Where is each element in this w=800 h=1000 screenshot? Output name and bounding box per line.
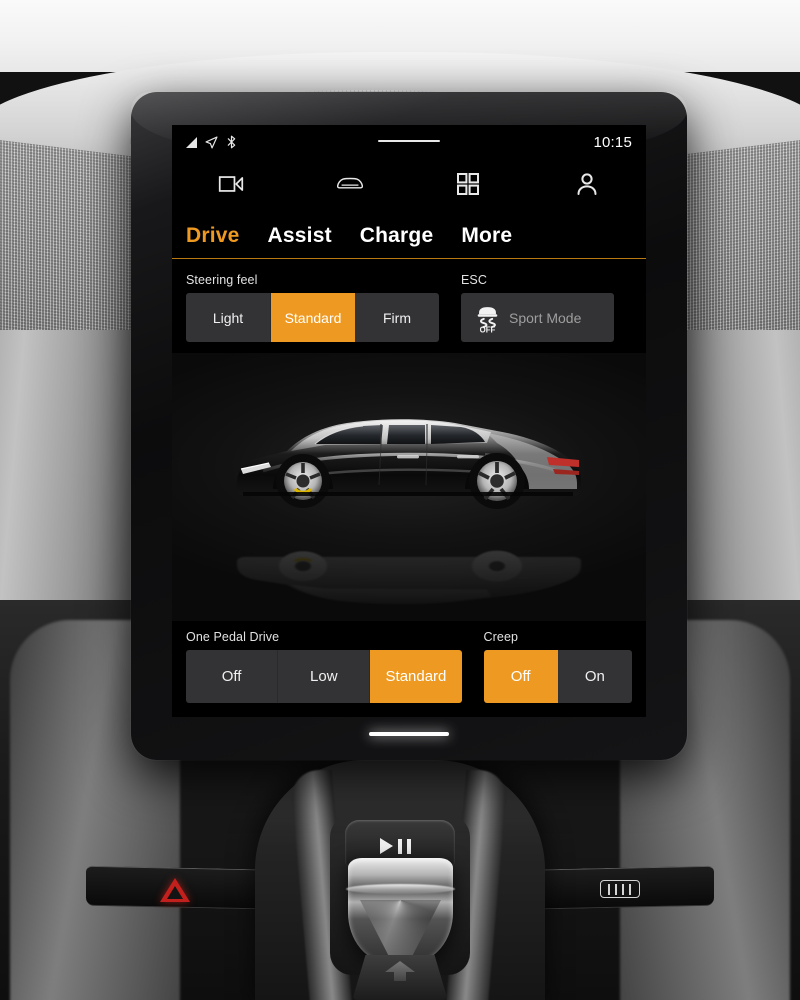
esc-label: ESC [461,273,488,287]
one-pedal-drive-group: One Pedal Drive Off Low Standard [186,630,462,703]
camera-icon [219,176,244,192]
status-icons [186,135,237,149]
status-clock: 10:15 [593,133,632,151]
car-front-icon [336,177,363,189]
one-pedal-drive-label: One Pedal Drive [186,630,280,644]
creep-segmented-control: Off On [483,650,632,703]
creep-option-off[interactable]: Off [483,650,558,703]
top-settings-row: Steering feel Light Standard Firm ESC OF… [172,259,646,342]
creep-option-on[interactable]: On [557,650,632,703]
pull-down-handle[interactable] [378,140,440,142]
status-bar: 10:15 [172,125,646,159]
steering-feel-option-firm[interactable]: Firm [355,293,439,342]
steering-feel-option-light[interactable]: Light [186,293,271,342]
shifter-foot [352,955,448,1000]
tab-assist[interactable]: Assist [268,224,332,258]
tab-charge[interactable]: Charge [360,224,434,258]
steering-feel-label: Steering feel [186,273,258,287]
rear-defrost-icon[interactable] [600,880,640,898]
steering-feel-segmented-control: Light Standard Firm [186,293,439,342]
nav-profile-button[interactable] [528,173,647,195]
navigation-arrow-icon [205,135,218,149]
one-pedal-drive-option-standard[interactable]: Standard [370,650,462,703]
drive-park-glyph-icon [380,838,426,854]
vehicle-render [237,419,581,509]
vehicle-render-stage [172,353,646,621]
hazard-triangle-inner [167,886,183,899]
one-pedal-drive-option-off[interactable]: Off [186,650,279,703]
bottom-settings-row: One Pedal Drive Off Low Standard Creep O… [172,621,646,703]
vehicle-reflection [237,550,581,605]
nav-apps-button[interactable] [409,173,528,195]
apps-grid-icon [457,173,480,195]
home-indicator-bar[interactable] [369,732,449,736]
tab-more[interactable]: More [461,224,512,258]
crystal-ring [346,884,455,894]
esc-off-icon: OFF [477,306,498,333]
profile-icon [577,173,597,195]
nav-camera-button[interactable] [172,173,291,195]
infotainment-screen: 10:15 Drive Assist Charge More Steering … [172,125,646,717]
main-tab-bar: Drive Assist Charge More [172,209,646,259]
one-pedal-drive-segmented-control: Off Low Standard [186,650,462,703]
steering-feel-group: Steering feel Light Standard Firm [186,273,439,342]
esc-sport-mode-label: Sport Mode [509,309,582,326]
nav-car-button[interactable] [291,173,410,195]
signal-icon [186,136,197,148]
creep-label: Creep [483,630,519,644]
esc-group: ESC OFF Sport Mode [461,273,614,342]
bluetooth-icon [227,135,236,149]
creep-group: Creep Off On [483,630,632,703]
svg-text:OFF: OFF [480,325,496,333]
top-nav-bar [172,159,646,209]
steering-feel-option-standard[interactable]: Standard [271,293,355,342]
tab-drive[interactable]: Drive [186,224,240,258]
crystal-gear-selector[interactable] [348,858,453,963]
esc-sport-mode-button[interactable]: OFF Sport Mode [461,293,614,342]
one-pedal-drive-option-low[interactable]: Low [278,650,371,703]
